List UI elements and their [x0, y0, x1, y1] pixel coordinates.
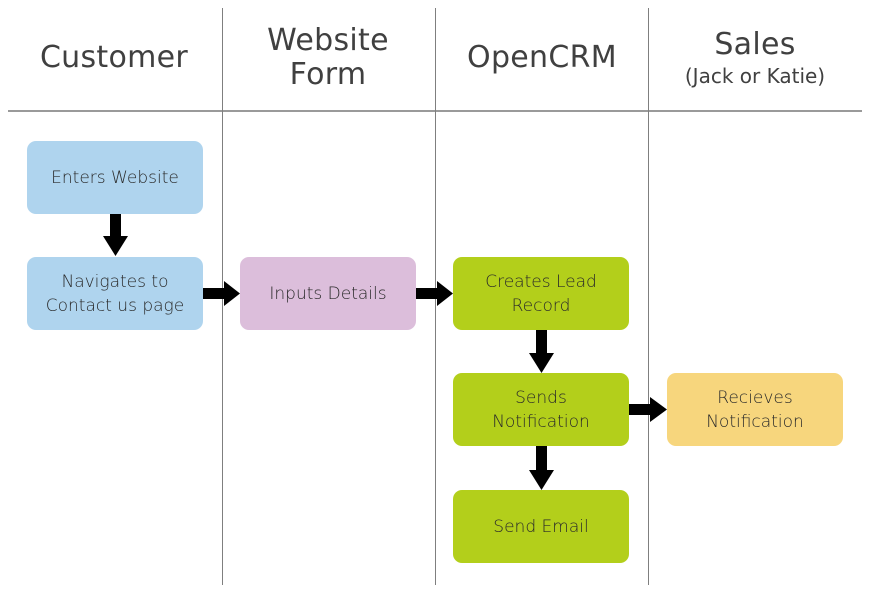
arrow-right-icon [203, 281, 240, 306]
arrow-right-icon [416, 281, 453, 306]
arrow-down-icon [103, 214, 128, 256]
arrow-down-icon [529, 446, 554, 490]
arrow-right-icon [629, 397, 667, 422]
arrow-down-icon [529, 330, 554, 373]
arrows-layer [103, 214, 667, 490]
